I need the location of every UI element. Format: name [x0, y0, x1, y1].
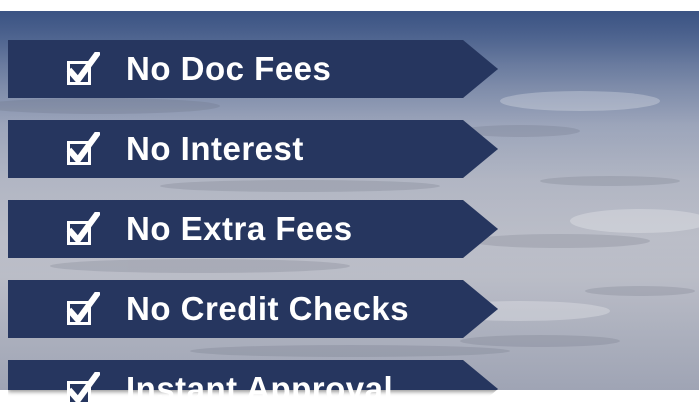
benefit-banner: No Interest [8, 120, 498, 178]
benefits-list: No Doc Fees No Interest No Extra Fees No… [0, 0, 699, 407]
benefit-banner: No Doc Fees [8, 40, 498, 98]
benefit-label: No Credit Checks [126, 290, 410, 327]
checked-box-icon [66, 212, 100, 245]
benefit-banner: No Extra Fees [8, 200, 498, 258]
benefit-banner: Instant Approval [8, 360, 498, 407]
benefit-label: No Interest [126, 130, 304, 167]
benefit-banner: No Credit Checks [8, 280, 498, 338]
benefit-label: No Extra Fees [126, 210, 353, 247]
checked-box-icon [66, 372, 100, 405]
benefit-label: Instant Approval [126, 370, 394, 407]
checked-box-icon [66, 52, 100, 85]
benefit-label: No Doc Fees [126, 50, 332, 87]
checked-box-icon [66, 292, 100, 325]
checked-box-icon [66, 132, 100, 165]
